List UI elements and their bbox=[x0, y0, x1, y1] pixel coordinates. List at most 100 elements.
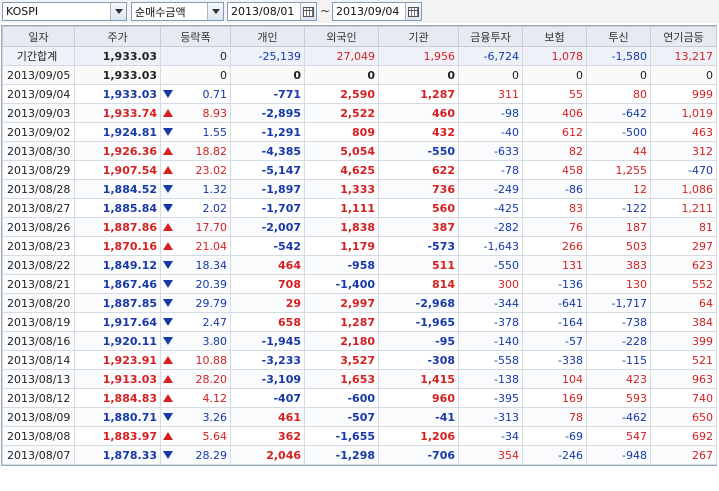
row-foreign: 4,625 bbox=[304, 160, 379, 180]
row-date: 2013/09/02 bbox=[2, 122, 75, 142]
row-date: 2013/08/23 bbox=[2, 236, 75, 256]
row-price: 1,924.81 bbox=[74, 122, 161, 142]
row-individual: 0 bbox=[230, 65, 305, 85]
row-insurance: 104 bbox=[522, 369, 587, 389]
row-fin-invest: -98 bbox=[458, 103, 523, 123]
col-header-price[interactable]: 주가 bbox=[74, 26, 161, 47]
market-select-value: KOSPI bbox=[6, 5, 39, 18]
row-pension: 1,019 bbox=[650, 103, 717, 123]
row-fin-invest: -550 bbox=[458, 255, 523, 275]
row-institution: -2,968 bbox=[378, 293, 459, 313]
table-row[interactable]: 2013/08/13 1,913.03 28.20 -3,109 1,653 1,415-… bbox=[2, 369, 717, 389]
table-row[interactable]: 2013/08/22 1,849.12 18.34 464 -958 511 -550 131… bbox=[2, 255, 717, 275]
market-dropdown-button[interactable] bbox=[110, 3, 126, 20]
row-institution: 432 bbox=[378, 122, 459, 142]
table-row[interactable]: 2013/08/23 1,870.16 21.04 -542 1,179 -573 -1,6… bbox=[2, 236, 717, 256]
row-individual: 29 bbox=[230, 293, 305, 313]
row-institution: 0 bbox=[378, 65, 459, 85]
row-price: 1,933.74 bbox=[74, 103, 161, 123]
col-header-institution[interactable]: 기관 bbox=[378, 26, 459, 47]
table-row[interactable]: 2013/08/08 1,883.97 5.64 362 -1,655 1,206 -34-… bbox=[2, 426, 717, 446]
date-to-input[interactable]: 2013/09/04 bbox=[332, 2, 422, 21]
row-change-value: 1.55 bbox=[202, 125, 228, 139]
row-change-value: 23.02 bbox=[195, 163, 228, 177]
row-individual: 461 bbox=[230, 407, 305, 427]
calendar-to-button[interactable] bbox=[405, 3, 421, 20]
toolbar: KOSPI 순매수금액 2013/08/01 ~ 2013/09/04 bbox=[0, 0, 719, 23]
row-institution: 1,206 bbox=[378, 426, 459, 446]
col-header-insurance[interactable]: 보험 bbox=[522, 26, 587, 47]
investor-trading-table: 일자 주가 등락폭 개인 외국인 기관 금융투자 보험 투신 연기금등 기간합계… bbox=[2, 26, 717, 465]
table-row[interactable]: 2013/08/30 1,926.36 18.82 -4,385 5,054 -550 -6… bbox=[2, 141, 717, 161]
row-insurance: 458 bbox=[522, 160, 587, 180]
row-change-value: 0 bbox=[220, 68, 227, 82]
col-header-fin-invest[interactable]: 금융투자 bbox=[458, 26, 523, 47]
row-insurance: 169 bbox=[522, 388, 587, 408]
table-row[interactable]: 2013/08/29 1,907.54 23.02 -5,147 4,625 622 -78… bbox=[2, 160, 717, 180]
table-row[interactable]: 2013/09/03 1,933.74 8.93 -2,895 2,522 460 -98 4… bbox=[2, 103, 717, 123]
mode-dropdown-button[interactable] bbox=[207, 3, 223, 20]
row-trust: -122 bbox=[586, 198, 651, 218]
row-trust: -1,717 bbox=[586, 293, 651, 313]
market-select[interactable]: KOSPI bbox=[2, 2, 127, 21]
col-header-change[interactable]: 등락폭 bbox=[160, 26, 231, 47]
row-fin-invest: -138 bbox=[458, 369, 523, 389]
summary-row[interactable]: 기간합계 1,933.03 0 -25,139 27,049 1,956 -6,… bbox=[2, 46, 717, 66]
table-row[interactable]: 2013/08/27 1,885.84 2.02 -1,707 1,111 560 -425… bbox=[2, 198, 717, 218]
row-pension: 1,086 bbox=[650, 179, 717, 199]
table-row[interactable]: 2013/08/26 1,887.86 17.70 -2,007 1,838 387 -28… bbox=[2, 217, 717, 237]
table-row[interactable]: 2013/08/19 1,917.64 2.47 658 1,287 -1,965 -378… bbox=[2, 312, 717, 332]
table-row[interactable]: 2013/08/12 1,884.83 4.12 -407 -600 960 -395 169… bbox=[2, 388, 717, 408]
table-row[interactable]: 2013/08/21 1,867.46 20.39 708 -1,400 814 300 -1… bbox=[2, 274, 717, 294]
down-arrow-icon bbox=[163, 90, 173, 98]
row-date: 2013/08/09 bbox=[2, 407, 75, 427]
row-fin-invest: 0 bbox=[458, 65, 523, 85]
row-price: 1,878.33 bbox=[74, 445, 161, 465]
row-fin-invest: 300 bbox=[458, 274, 523, 294]
col-header-foreign[interactable]: 외국인 bbox=[304, 26, 379, 47]
col-header-trust[interactable]: 투신 bbox=[586, 26, 651, 47]
row-change: 21.04 bbox=[160, 236, 231, 256]
row-insurance: 83 bbox=[522, 198, 587, 218]
col-header-pension[interactable]: 연기금등 bbox=[650, 26, 717, 47]
table-row[interactable]: 2013/08/20 1,887.85 29.79 29 2,997 -2,968 -344… bbox=[2, 293, 717, 313]
date-from-input[interactable]: 2013/08/01 bbox=[227, 2, 317, 21]
row-trust: -948 bbox=[586, 445, 651, 465]
table-row[interactable]: 2013/09/05 1,933.03 0 0 0 0 0 0 0 0 bbox=[2, 65, 717, 85]
table-row[interactable]: 2013/08/09 1,880.71 3.26 461 -507 -41 -313 78 -4… bbox=[2, 407, 717, 427]
col-header-individual[interactable]: 개인 bbox=[230, 26, 305, 47]
row-institution: 814 bbox=[378, 274, 459, 294]
row-institution: -308 bbox=[378, 350, 459, 370]
row-change-value: 28.29 bbox=[195, 448, 228, 462]
row-change: 20.39 bbox=[160, 274, 231, 294]
row-institution: -706 bbox=[378, 445, 459, 465]
table-row[interactable]: 2013/08/14 1,923.91 10.88 -3,233 3,527 -308 -5… bbox=[2, 350, 717, 370]
table-row[interactable]: 2013/09/02 1,924.81 1.55 -1,291 809 432 -40 612… bbox=[2, 122, 717, 142]
row-insurance: 406 bbox=[522, 103, 587, 123]
row-trust: 547 bbox=[586, 426, 651, 446]
table-row[interactable]: 2013/08/16 1,920.11 3.80 -1,945 2,180 -95 -140… bbox=[2, 331, 717, 351]
mode-select[interactable]: 순매수금액 bbox=[131, 2, 224, 21]
row-change-value: 4.12 bbox=[202, 391, 228, 405]
row-fin-invest: -78 bbox=[458, 160, 523, 180]
row-individual: -2,895 bbox=[230, 103, 305, 123]
row-fin-invest: -344 bbox=[458, 293, 523, 313]
table-row[interactable]: 2013/08/28 1,884.52 1.32 -1,897 1,333 736 -249… bbox=[2, 179, 717, 199]
table-row[interactable]: 2013/08/07 1,878.33 28.29 2,046 -1,298 -706 35… bbox=[2, 445, 717, 465]
row-trust: -738 bbox=[586, 312, 651, 332]
row-insurance: -69 bbox=[522, 426, 587, 446]
row-change-value: 18.82 bbox=[195, 144, 228, 158]
row-price: 1,907.54 bbox=[74, 160, 161, 180]
row-trust: 383 bbox=[586, 255, 651, 275]
table-row[interactable]: 2013/09/04 1,933.03 0.71 -771 2,590 1,287 311 5… bbox=[2, 84, 717, 104]
row-date: 2013/08/22 bbox=[2, 255, 75, 275]
down-arrow-icon bbox=[163, 185, 173, 193]
row-fin-invest: -395 bbox=[458, 388, 523, 408]
row-individual: 362 bbox=[230, 426, 305, 446]
row-institution: -1,965 bbox=[378, 312, 459, 332]
calendar-from-button[interactable] bbox=[300, 3, 316, 20]
row-institution: 460 bbox=[378, 103, 459, 123]
row-pension: 297 bbox=[650, 236, 717, 256]
row-fin-invest: -313 bbox=[458, 407, 523, 427]
col-header-date[interactable]: 일자 bbox=[2, 26, 75, 47]
